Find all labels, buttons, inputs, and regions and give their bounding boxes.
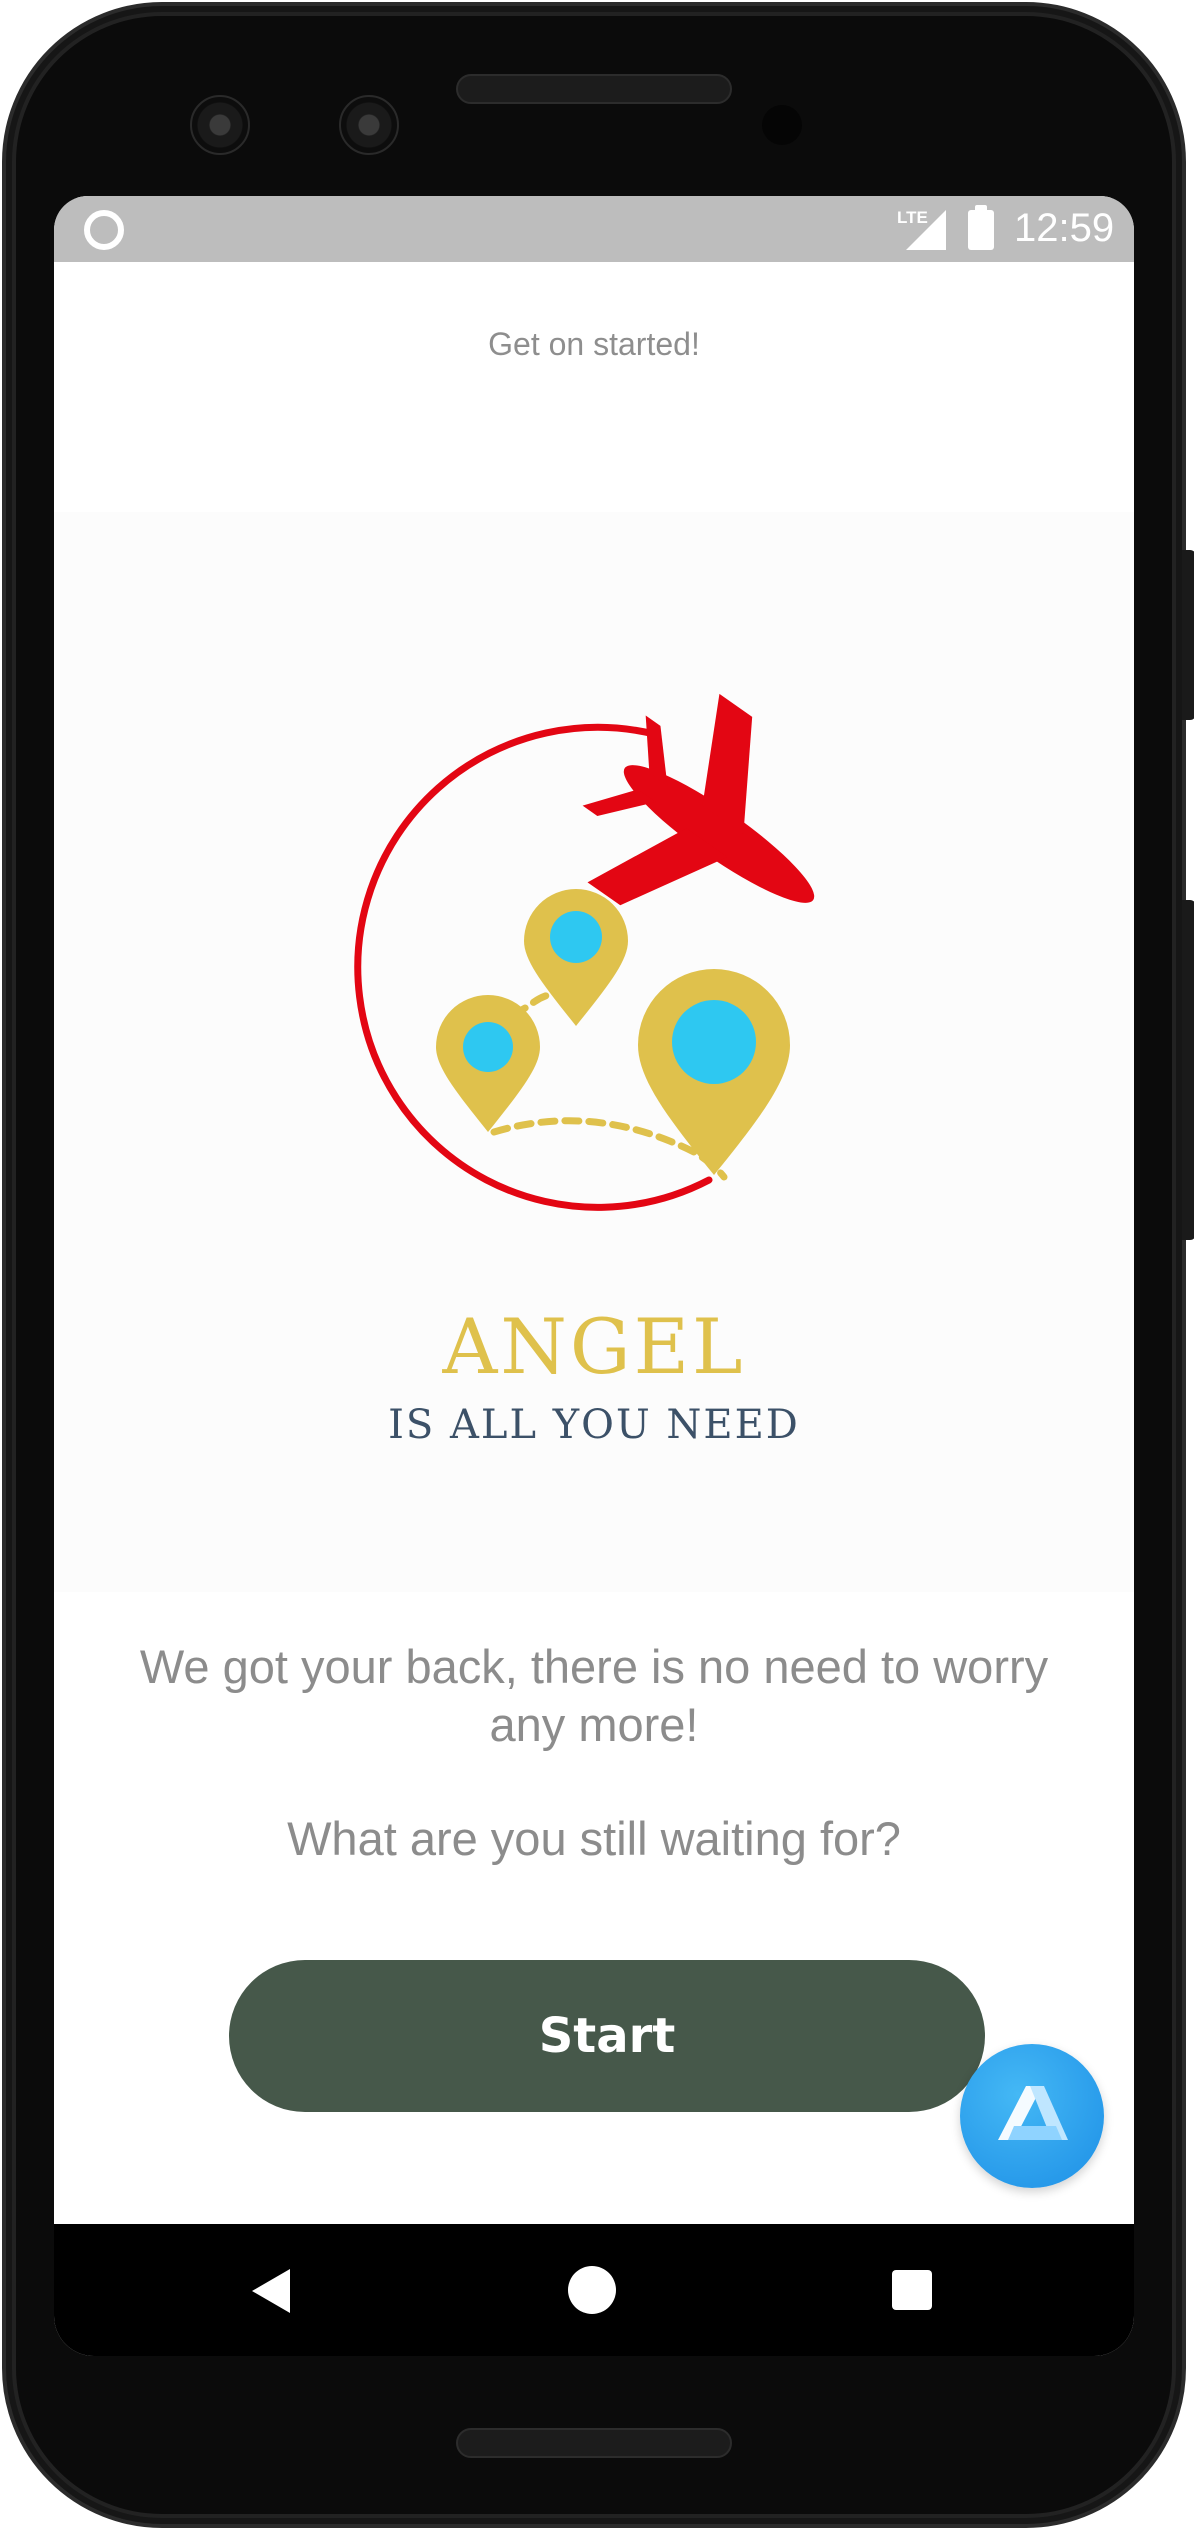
- logo-title: ANGEL: [442, 1302, 746, 1391]
- app-logo: ANGEL IS ALL YOU NEED: [54, 512, 1134, 1592]
- map-pin-icon: [436, 995, 540, 1132]
- system-nav-bar: [54, 2224, 1134, 2356]
- main-content: Get on started! ANGEL IS ALL YOU NEED We…: [54, 262, 1134, 2224]
- phone-device: LTE 12:59 Get on started! ANGEL IS ALL Y…: [0, 0, 1194, 2532]
- logo-subtitle: IS ALL YOU NEED: [388, 1402, 800, 1448]
- screen: LTE 12:59 Get on started! ANGEL IS ALL Y…: [54, 196, 1134, 2356]
- network-label: LTE: [897, 208, 928, 227]
- map-pin-icon: [638, 969, 790, 1175]
- home-circle-icon[interactable]: [568, 2266, 616, 2314]
- reassurance-message: We got your back, there is no need to wo…: [139, 1640, 1049, 1751]
- map-pin-icon: [524, 889, 628, 1026]
- earpiece-speaker: [456, 74, 732, 104]
- call-to-action-text: What are you still waiting for?: [287, 1812, 901, 1865]
- battery-icon: [968, 205, 994, 250]
- status-bar: LTE 12:59: [54, 196, 1134, 262]
- back-triangle-icon[interactable]: [252, 2269, 290, 2313]
- bottom-speaker: [456, 2428, 732, 2458]
- start-button[interactable]: Start: [229, 1960, 985, 2112]
- page-title: Get on started!: [488, 326, 700, 362]
- status-clock: 12:59: [1014, 206, 1115, 250]
- record-indicator-icon: [84, 210, 124, 250]
- floating-action-button[interactable]: [960, 2044, 1104, 2188]
- recents-square-icon[interactable]: [892, 2270, 932, 2310]
- proximity-sensor: [762, 105, 802, 145]
- front-camera-icon: [339, 95, 399, 155]
- volume-button: [1182, 900, 1194, 1240]
- power-button: [1182, 550, 1194, 720]
- app-logo-icon: [998, 2086, 1068, 2140]
- front-camera-icon: [190, 95, 250, 155]
